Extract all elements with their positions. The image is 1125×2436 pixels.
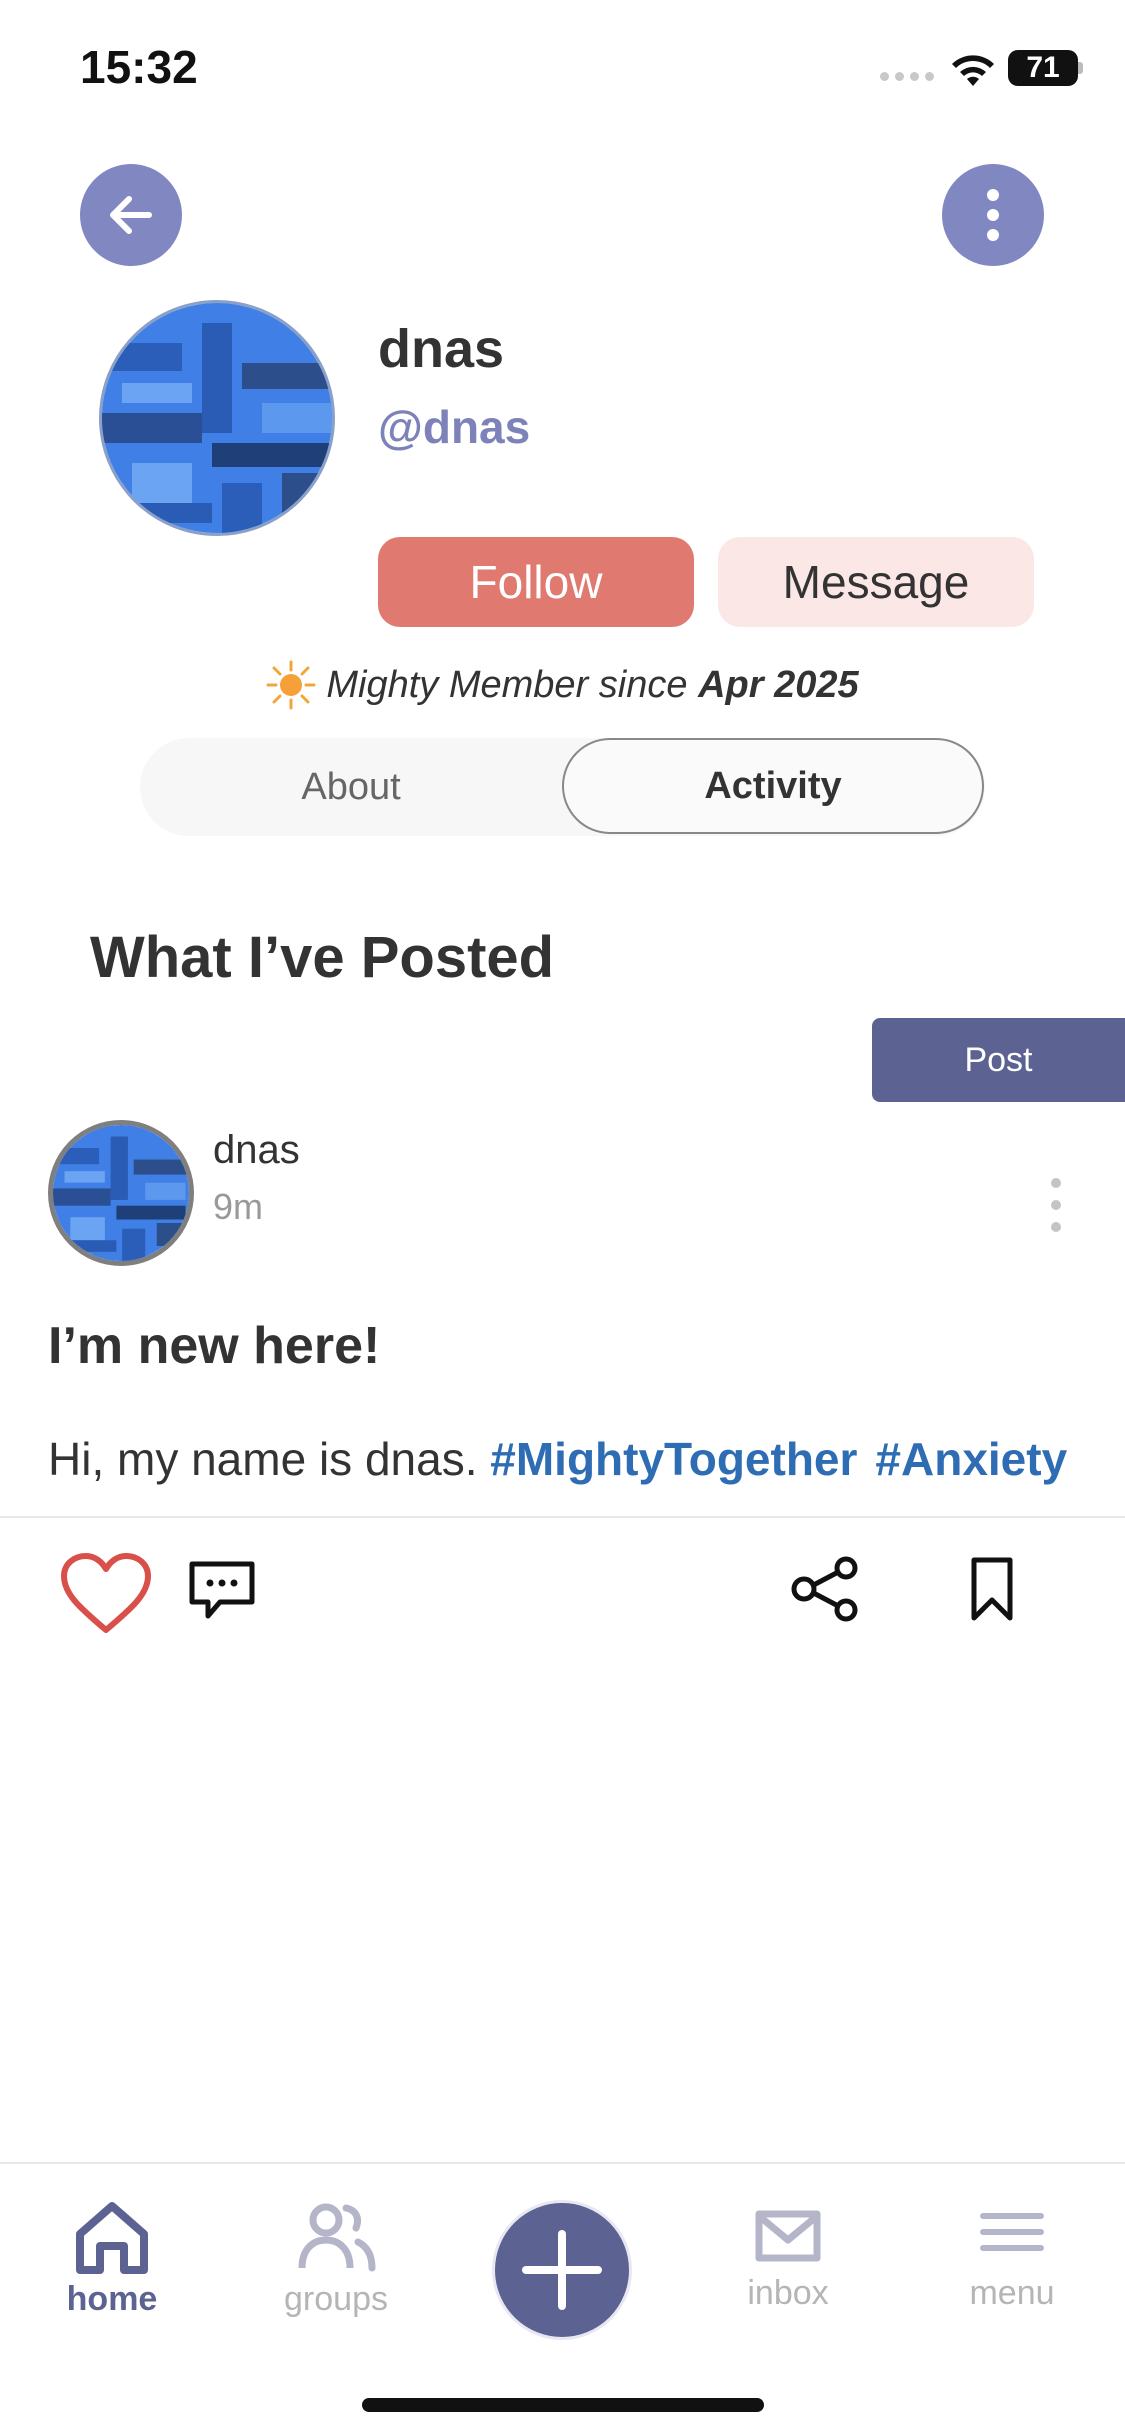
back-button[interactable] — [80, 164, 182, 266]
bookmark-icon[interactable] — [968, 1556, 1016, 1622]
post-author-name[interactable]: dnas — [213, 1128, 300, 1173]
post-more-options-icon[interactable] — [1048, 1178, 1064, 1232]
post-body-text: Hi, my name is dnas. — [48, 1433, 478, 1485]
message-button[interactable]: Message — [718, 537, 1034, 627]
share-icon[interactable] — [790, 1556, 862, 1622]
post-title[interactable]: I’m new here! — [48, 1316, 380, 1376]
home-icon — [76, 2202, 148, 2274]
create-post-button[interactable]: Post — [872, 1018, 1125, 1102]
profile-handle: @dnas — [378, 401, 531, 453]
nav-menu[interactable]: menu — [922, 2200, 1102, 2313]
bottom-nav-divider — [0, 2162, 1125, 2164]
create-button[interactable] — [492, 2200, 632, 2340]
avatar-pattern-image — [53, 1125, 189, 1261]
battery-icon: 71 — [1008, 50, 1078, 86]
post-body[interactable]: Hi, my name is dnas. #MightyTogether #Anx… — [48, 1432, 1067, 1486]
nav-menu-label: menu — [969, 2274, 1055, 2312]
follow-button[interactable]: Follow — [378, 537, 694, 627]
cellular-signal-icon — [880, 72, 934, 82]
nav-home[interactable]: home — [22, 2200, 202, 2319]
nav-groups[interactable]: groups — [246, 2200, 426, 2319]
heart-icon[interactable] — [60, 1552, 152, 1636]
post-divider — [0, 1516, 1125, 1518]
envelope-icon — [755, 2210, 821, 2262]
member-since-label: Mighty Member since — [326, 663, 688, 706]
groups-icon — [298, 2203, 376, 2272]
nav-home-label: home — [66, 2280, 158, 2318]
sun-icon — [266, 660, 316, 710]
arrow-left-icon — [110, 196, 152, 234]
post-timestamp: 9m — [213, 1186, 264, 1227]
wifi-icon — [952, 55, 994, 86]
nav-inbox[interactable]: inbox — [698, 2200, 878, 2313]
hamburger-menu-icon — [980, 2213, 1044, 2251]
member-since-date: Apr 2025 — [698, 663, 859, 706]
vertical-dots-icon — [987, 189, 999, 241]
avatar-pattern-image — [102, 303, 332, 533]
profile-name: dnas — [378, 319, 505, 379]
more-options-button[interactable] — [942, 164, 1044, 266]
member-since: Mighty Member since Apr 2025 — [0, 660, 1125, 710]
post-author-avatar[interactable] — [48, 1120, 194, 1266]
profile-avatar — [99, 300, 335, 536]
home-indicator[interactable] — [362, 2398, 764, 2412]
nav-inbox-label: inbox — [747, 2274, 829, 2312]
tab-about[interactable]: About — [140, 738, 562, 836]
tab-activity[interactable]: Activity — [562, 738, 984, 834]
hashtag-link[interactable]: #MightyTogether — [490, 1433, 857, 1485]
status-time: 15:32 — [80, 41, 198, 93]
hashtag-link[interactable]: #Anxiety — [875, 1433, 1067, 1485]
section-title: What I’ve Posted — [90, 925, 555, 990]
battery-tip — [1078, 62, 1083, 74]
battery-level: 71 — [1026, 51, 1060, 84]
nav-groups-label: groups — [284, 2280, 388, 2318]
plus-icon — [522, 2230, 602, 2310]
comment-icon[interactable] — [186, 1558, 258, 1622]
